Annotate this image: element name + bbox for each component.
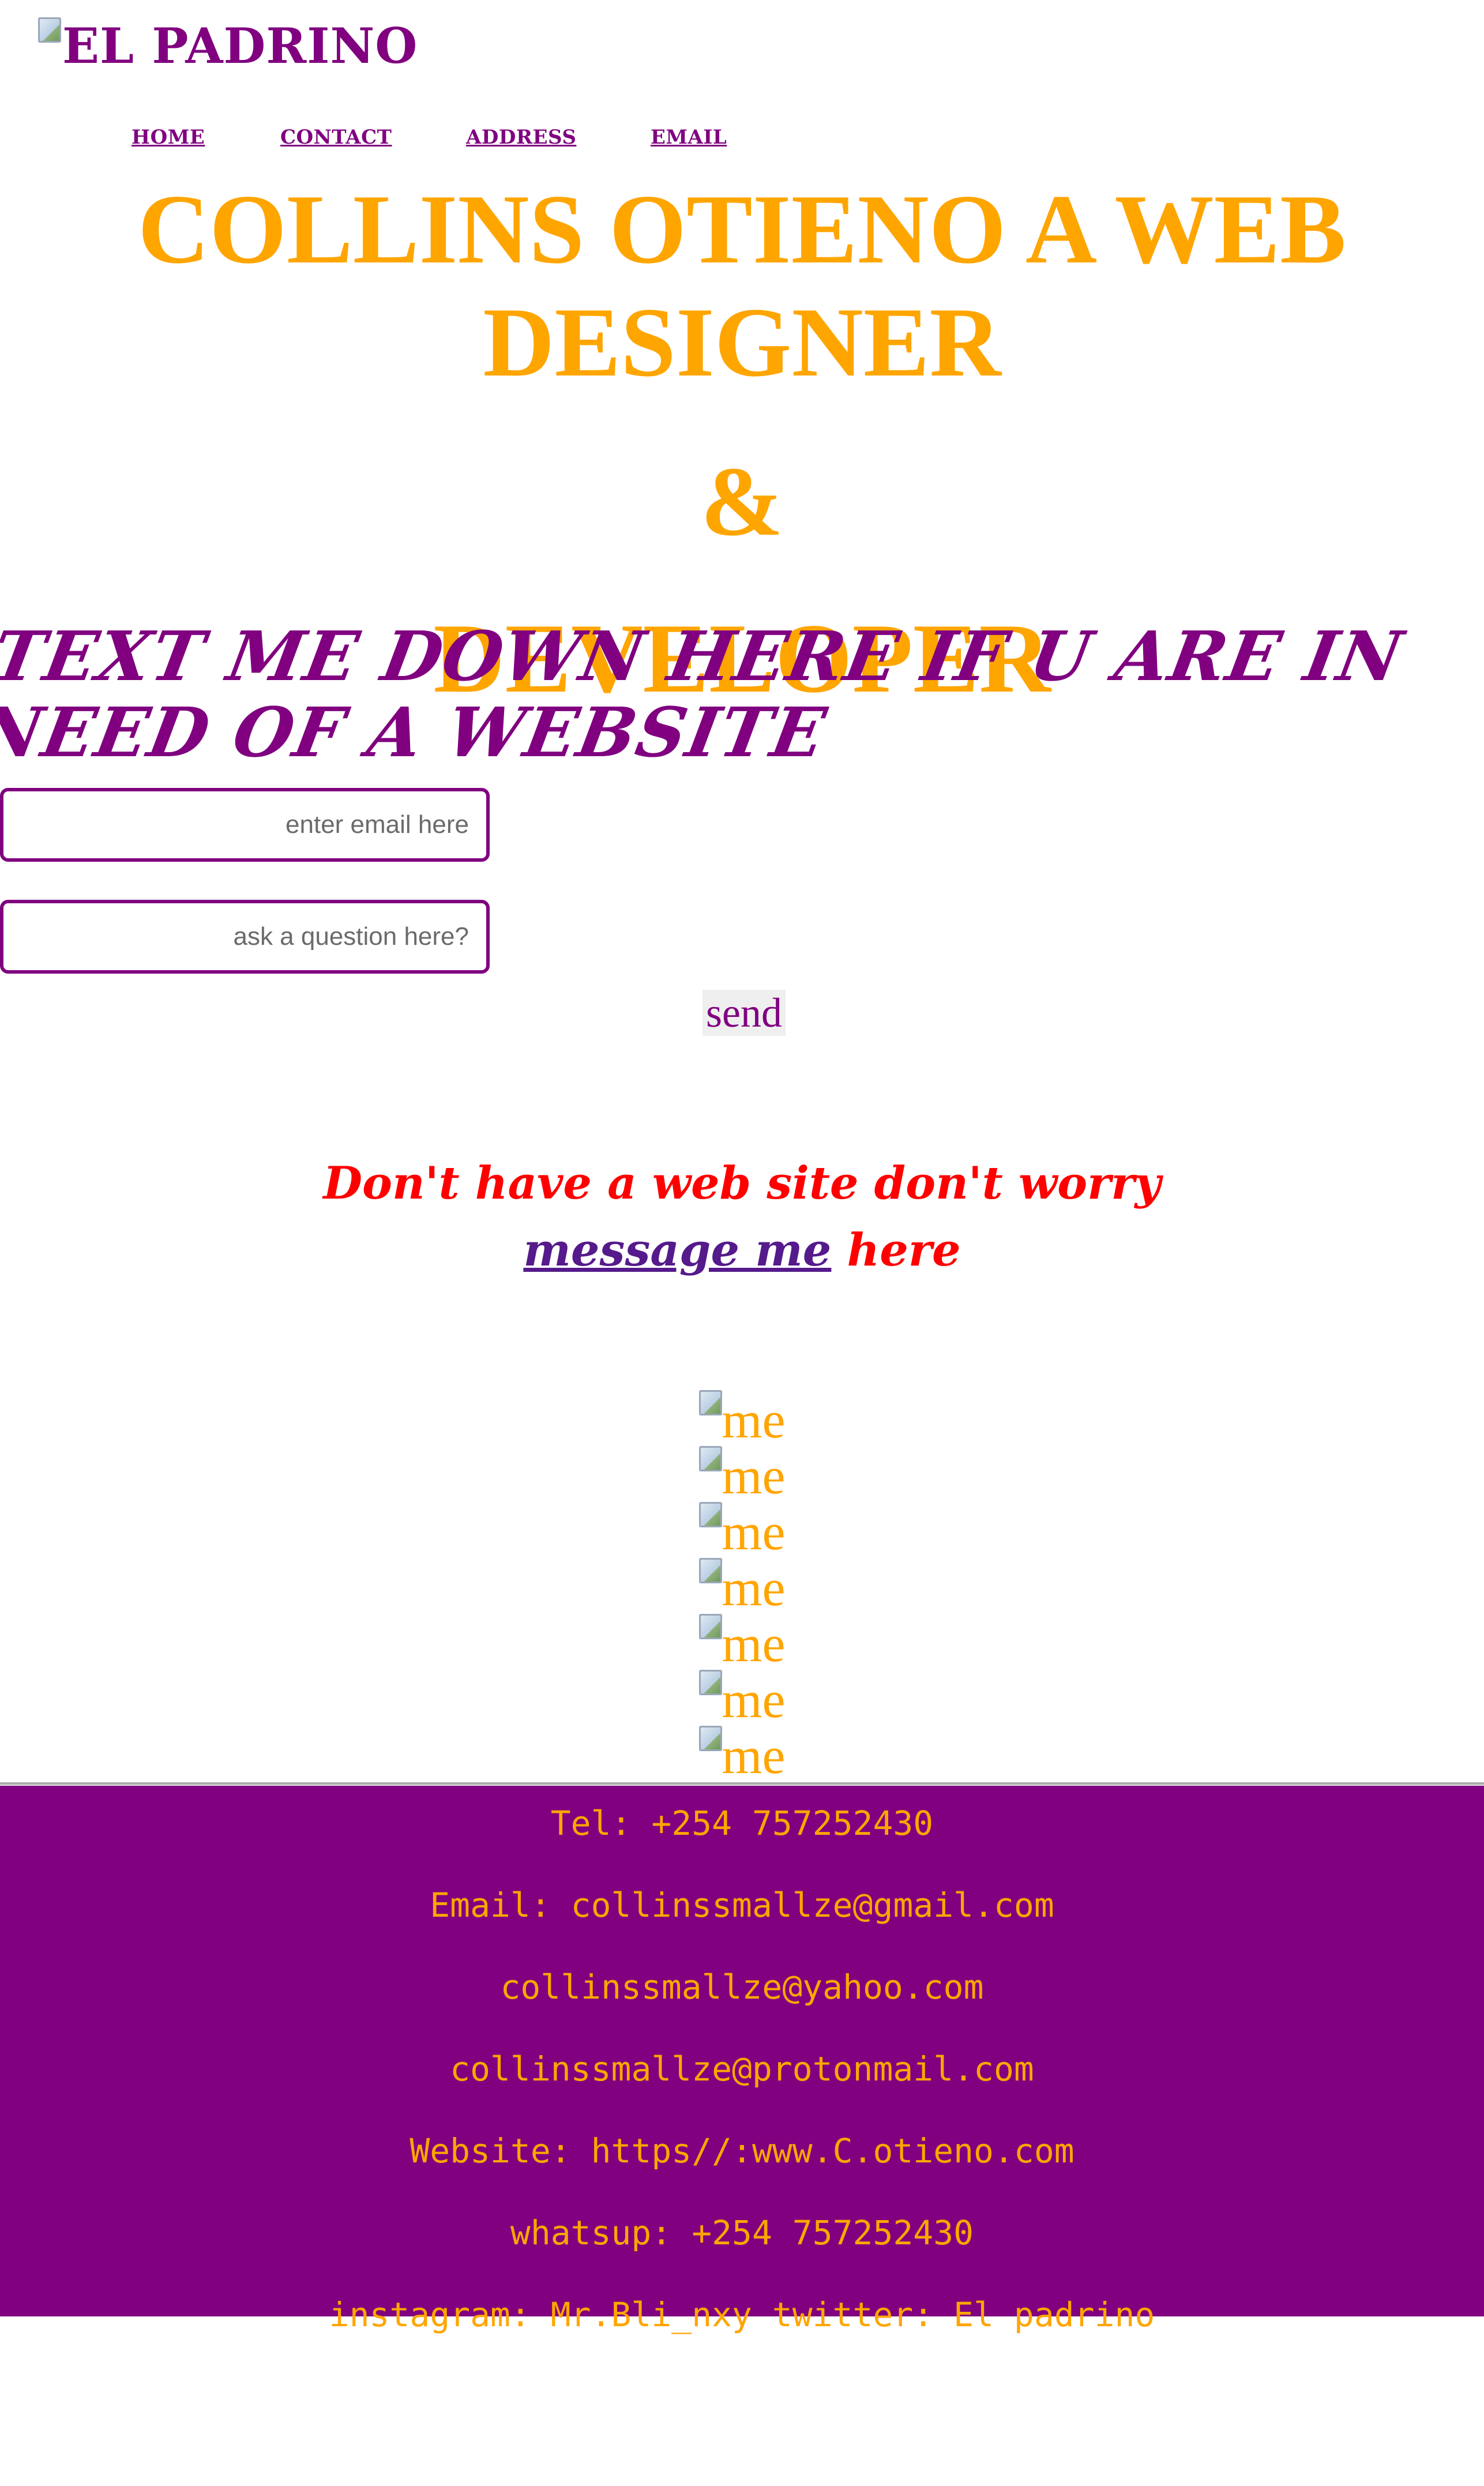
footer-line: Tel: +254 757252430 <box>550 1804 934 1843</box>
site-logo: EL PADRINO <box>38 16 418 80</box>
email-input[interactable] <box>0 788 490 862</box>
question-input[interactable] <box>0 900 490 974</box>
nav-email-link[interactable]: EMAIL <box>651 126 727 149</box>
broken-image-icon <box>698 1614 722 1639</box>
footer-line: instagram: Mr.Bli_nxy twitter: El padrin… <box>329 2295 1155 2334</box>
cta-line-1: TEXT ME DOWN HERE IF U ARE IN <box>0 616 1410 696</box>
gallery-image: me <box>0 1666 1484 1726</box>
promo-text: Don't have a web site don't worry messag… <box>0 1150 1484 1284</box>
promo-line-1: Don't have a web site don't worry <box>323 1157 1161 1210</box>
gallery-image: me <box>0 1554 1484 1614</box>
message-me-link[interactable]: message me <box>523 1224 831 1276</box>
gallery-image: me <box>0 1499 1484 1559</box>
footer-line: collinssmallze@yahoo.com <box>500 1967 984 2007</box>
footer-line: Website: https//:www.C.otieno.com <box>409 2131 1075 2170</box>
footer-line: Email: collinssmallze@gmail.com <box>430 1886 1054 1925</box>
image-gallery: me me me me me me me <box>0 1387 1484 1782</box>
footer-line: collinssmallze@protonmail.com <box>450 2049 1034 2089</box>
image-alt-text: me <box>722 1560 786 1617</box>
promo-line-2: message me here <box>0 1217 1484 1284</box>
gallery-image: me <box>0 1387 1484 1447</box>
broken-image-icon <box>698 1390 722 1415</box>
broken-image-icon <box>698 1446 722 1471</box>
image-alt-text: me <box>722 1616 786 1673</box>
footer-line: whatsup: +254 757252430 <box>510 2213 974 2252</box>
hero-line-2: DESIGNER <box>483 288 1001 397</box>
image-alt-text: me <box>722 1392 786 1449</box>
logo-text: EL PADRINO <box>62 17 418 74</box>
image-alt-text: me <box>722 1672 786 1729</box>
contact-cta-heading: TEXT ME DOWN HERE IF U ARE IN NEED OF A … <box>0 616 1484 772</box>
main-nav: HOME CONTACT ADDRESS EMAIL <box>0 126 1484 155</box>
broken-image-icon <box>698 1558 722 1583</box>
nav-contact-link[interactable]: CONTACT <box>280 126 392 149</box>
nav-address-link[interactable]: ADDRESS <box>466 126 576 149</box>
broken-image-icon <box>698 1670 722 1695</box>
gallery-image: me <box>0 1610 1484 1670</box>
broken-image-icon <box>38 17 61 43</box>
nav-home-link[interactable]: HOME <box>132 126 205 149</box>
hero-ampersand: & <box>700 447 784 557</box>
image-alt-text: me <box>722 1448 786 1505</box>
gallery-image: me <box>0 1722 1484 1782</box>
send-button[interactable]: send <box>702 990 786 1036</box>
broken-image-icon <box>698 1726 722 1751</box>
broken-image-icon <box>698 1502 722 1527</box>
contact-footer: Tel: +254 757252430 Email: collinssmallze… <box>0 1786 1484 2334</box>
cta-line-2: NEED OF A WEBSITE <box>0 692 833 772</box>
hero-line-1: COLLINS OTIENO A WEB <box>138 175 1346 284</box>
gallery-image: me <box>0 1443 1484 1503</box>
promo-after-link: here <box>831 1224 961 1276</box>
image-alt-text: me <box>722 1504 786 1561</box>
image-alt-text: me <box>722 1728 786 1785</box>
